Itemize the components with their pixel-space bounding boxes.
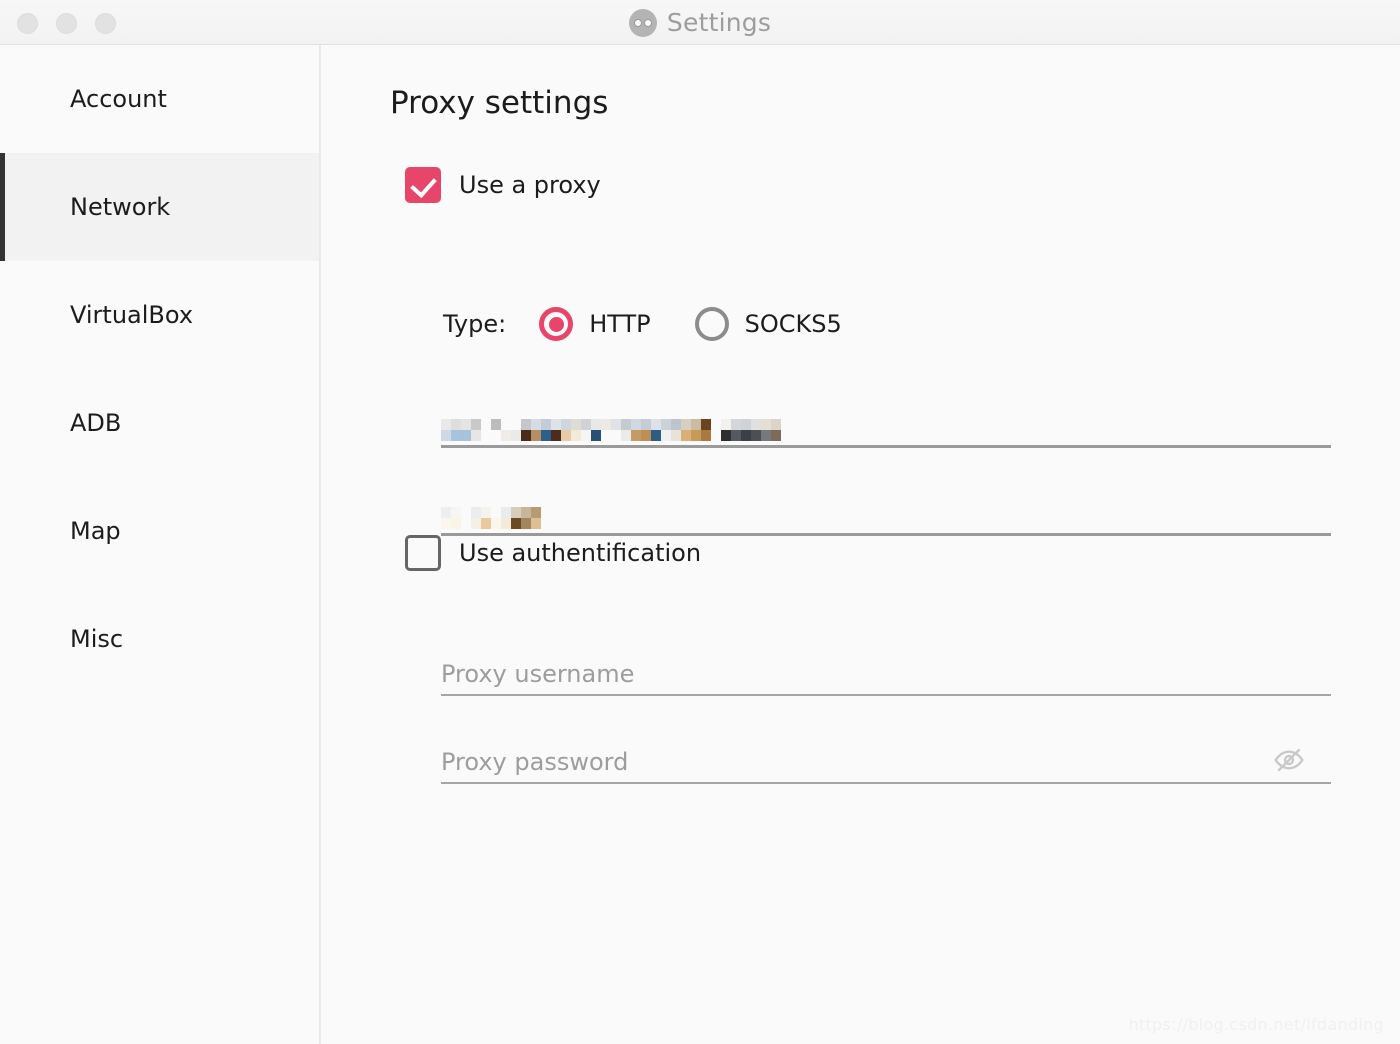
binoculars-right-lens <box>643 18 652 27</box>
eye-off-icon[interactable] <box>1269 744 1309 776</box>
proxy-type-label: Type: <box>443 310 507 338</box>
sidebar-item-label: Map <box>70 517 121 545</box>
sidebar-item-label: VirtualBox <box>70 301 194 329</box>
watermark: https://blog.csdn.net/lfdanding <box>1128 1015 1384 1034</box>
sidebar-item-virtualbox[interactable]: VirtualBox <box>0 261 319 369</box>
radio-option-http[interactable]: HTTP <box>539 307 651 341</box>
title-bar-center: Settings <box>0 0 1400 45</box>
sidebar-item-label: Network <box>70 193 171 221</box>
proxy-username-field[interactable]: Proxy username <box>441 648 1331 696</box>
settings-content-panel: Proxy settings Use a proxy Type: HTTP SO… <box>321 45 1400 1044</box>
use-authentification-checkbox[interactable] <box>405 535 441 571</box>
proxy-host-redacted-value <box>441 407 781 445</box>
http-radio[interactable] <box>539 307 574 341</box>
use-authentification-row[interactable]: Use authentification <box>405 535 701 571</box>
title-bar: Settings <box>0 0 1400 45</box>
use-proxy-label: Use a proxy <box>459 171 601 199</box>
sidebar-item-label: Misc <box>70 625 124 653</box>
sidebar-item-label: Account <box>70 85 167 113</box>
window-title: Settings <box>666 8 772 37</box>
radio-option-socks5[interactable]: SOCKS5 <box>694 307 842 341</box>
use-authentification-label: Use authentification <box>459 539 702 567</box>
use-proxy-row[interactable]: Use a proxy <box>405 167 601 203</box>
proxy-password-placeholder: Proxy password <box>441 748 629 776</box>
sidebar-item-account[interactable]: Account <box>0 45 319 153</box>
page-title: Proxy settings <box>390 85 609 121</box>
proxy-username-placeholder: Proxy username <box>441 660 635 688</box>
proxy-type-row: Type: HTTP SOCKS5 <box>443 307 886 341</box>
proxy-port-field[interactable] <box>441 488 1331 536</box>
sidebar: Account Network VirtualBox ADB Map Misc <box>0 45 320 1044</box>
socks5-radio[interactable] <box>694 307 729 341</box>
sidebar-item-network[interactable]: Network <box>0 153 319 261</box>
sidebar-item-adb[interactable]: ADB <box>0 369 319 477</box>
binoculars-left-lens <box>633 18 642 27</box>
sidebar-item-misc[interactable]: Misc <box>0 585 319 693</box>
proxy-password-field[interactable]: Proxy password <box>441 736 1331 784</box>
use-proxy-checkbox[interactable] <box>405 167 441 203</box>
proxy-port-redacted-value <box>441 495 541 533</box>
binoculars-icon <box>628 8 657 37</box>
settings-window: Settings Account Network VirtualBox ADB … <box>0 0 1400 1044</box>
sidebar-item-map[interactable]: Map <box>0 477 319 585</box>
proxy-host-field[interactable] <box>441 400 1331 448</box>
http-radio-label: HTTP <box>589 310 651 338</box>
socks5-radio-label: SOCKS5 <box>744 310 842 338</box>
sidebar-item-label: ADB <box>70 409 122 437</box>
